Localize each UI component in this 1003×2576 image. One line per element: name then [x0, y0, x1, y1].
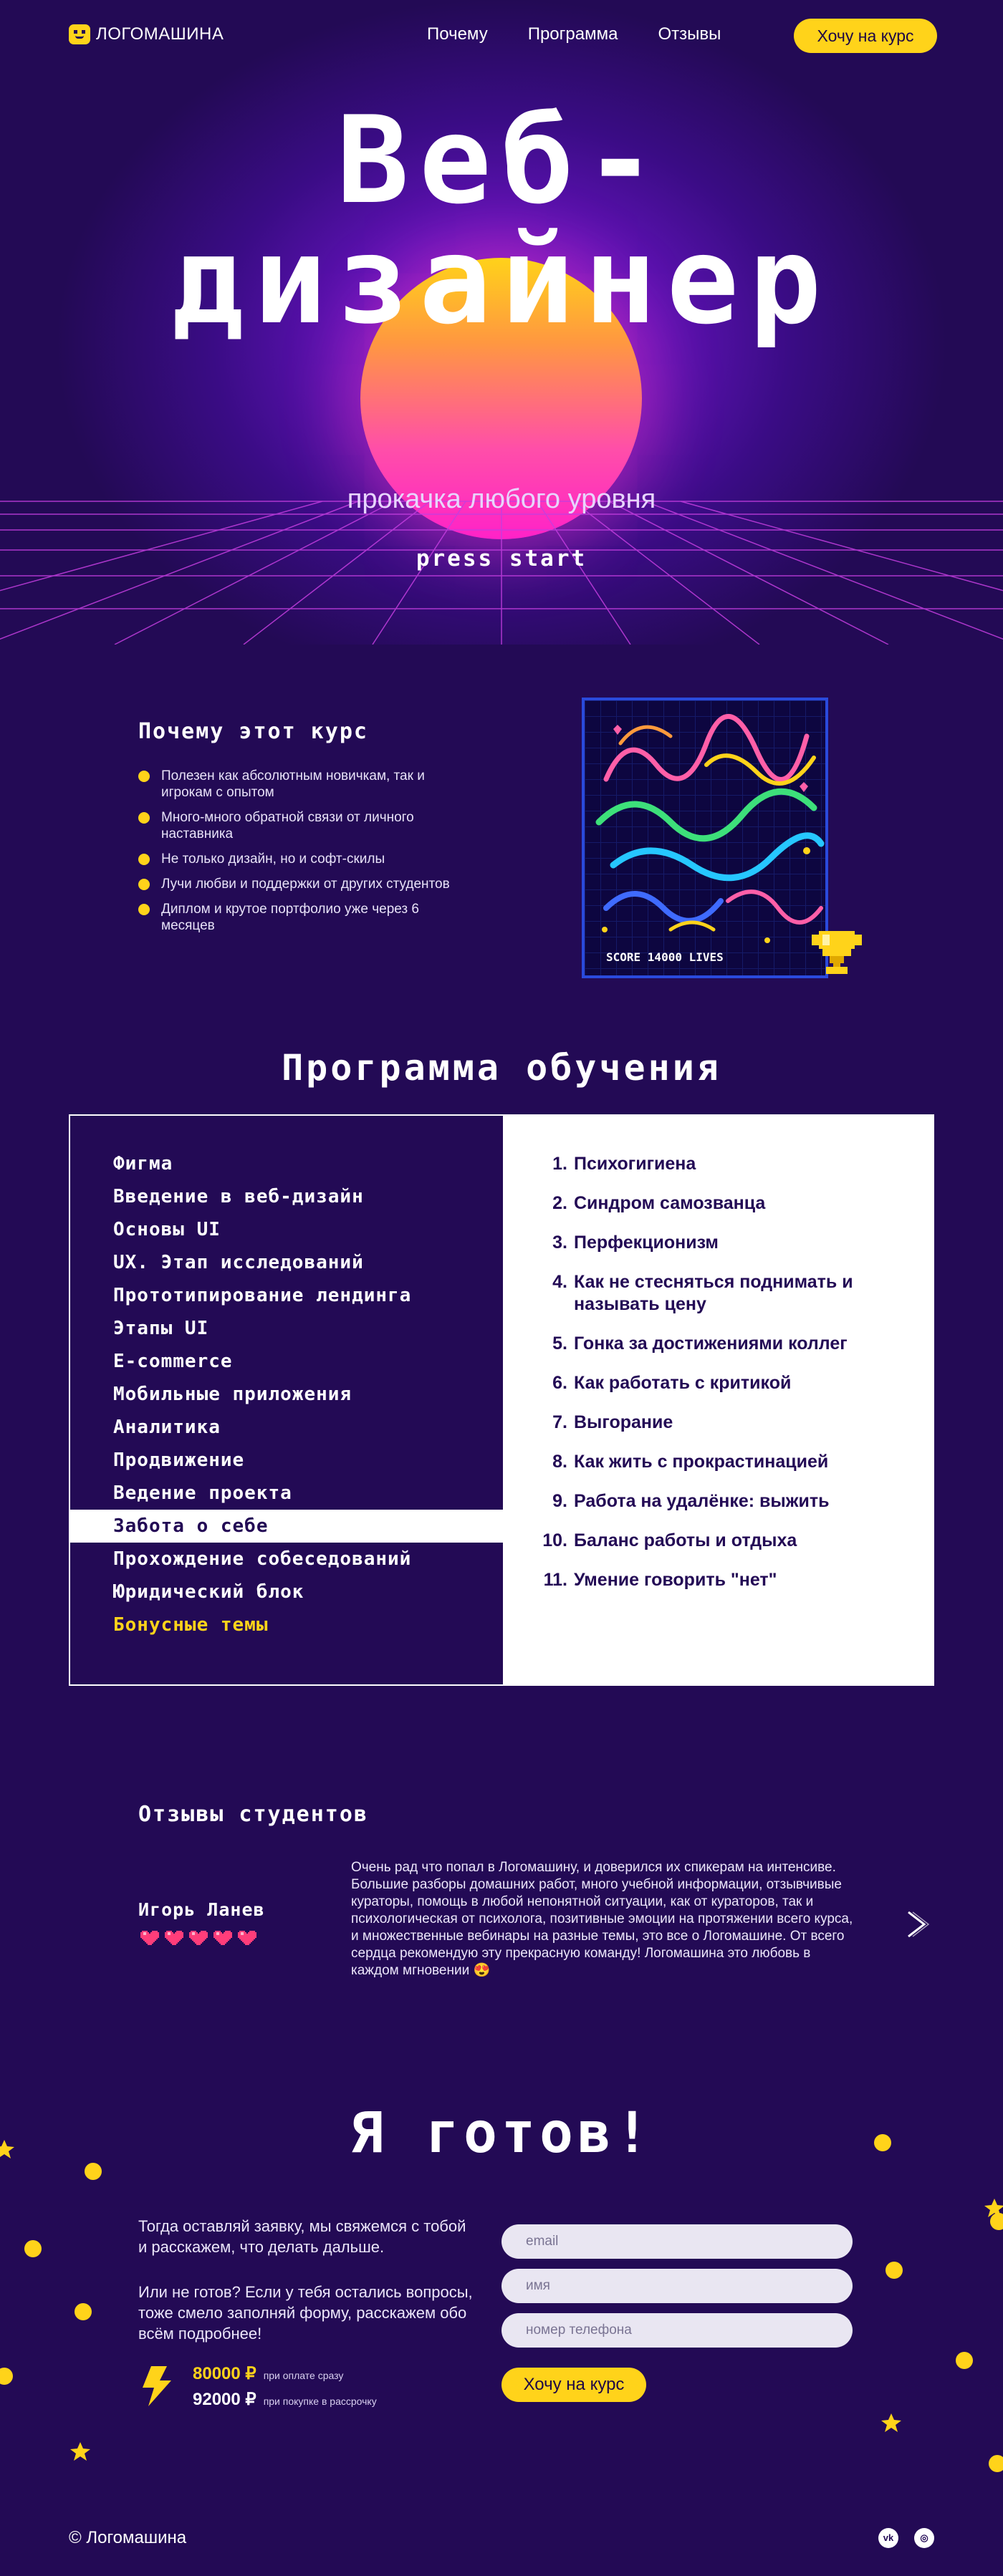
module-item[interactable]: Введение в веб-дизайн	[70, 1180, 503, 1213]
why-item: Много-много обратной связи от личного на…	[138, 809, 475, 842]
module-item[interactable]: Аналитика	[70, 1411, 503, 1444]
header-signup-button[interactable]: Хочу на курс	[794, 19, 937, 53]
program-box: Фигма Введение в веб-дизайн Основы UI UX…	[69, 1114, 934, 1686]
module-item-bonus[interactable]: Бонусные темы	[70, 1608, 503, 1641]
poster-score: SCORE 14000 LIVES	[606, 950, 724, 964]
module-item[interactable]: Юридический блок	[70, 1576, 503, 1608]
heart-icon	[189, 1931, 208, 1945]
why-item: Лучи любви и поддержки от других студент…	[138, 876, 475, 892]
vk-icon[interactable]: vk	[878, 2528, 898, 2548]
rating-hearts	[140, 1929, 256, 1947]
why-title: Почему этот курс	[138, 719, 368, 744]
topic-item: 10. Баланс работы и отдыха	[542, 1530, 797, 1550]
heart-icon	[165, 1931, 183, 1945]
press-start-link[interactable]: press start	[0, 546, 1003, 571]
topics-list: 1. Психогигиена 2. Синдром самозванца 3. Пе…	[503, 1116, 934, 1591]
topic-item: 7. Выгорание	[552, 1412, 673, 1432]
module-item[interactable]: Основы UI	[70, 1213, 503, 1246]
topic-item: 8. Как жить с прокрастинацией	[552, 1452, 829, 1472]
module-item[interactable]: Прохождение собеседований	[70, 1543, 503, 1576]
topics-panel: 1. Психогигиена 2. Синдром самозванца 3. Пе…	[503, 1116, 934, 1684]
next-review-arrow-icon[interactable]	[904, 1909, 930, 1939]
coins-and-stars-decoration	[0, 2134, 1003, 2472]
main-nav: Почему Программа Отзывы	[427, 24, 721, 44]
topic-item: 6. Как работать с критикой	[552, 1373, 792, 1393]
topic-item: 1. Психогигиена	[552, 1154, 696, 1174]
module-item[interactable]: E-commerce	[70, 1345, 503, 1378]
reviewer-name: Игорь Ланев	[138, 1899, 265, 1920]
module-item[interactable]: Фигма	[70, 1147, 503, 1180]
instagram-icon[interactable]: ◎	[914, 2528, 934, 2548]
copyright: © Логомашина	[69, 2528, 187, 2547]
hero-section: Веб- дизайнер прокачка любого уровня pre…	[0, 0, 1003, 645]
module-item[interactable]: Мобильные приложения	[70, 1378, 503, 1411]
nav-link-reviews[interactable]: Отзывы	[658, 24, 721, 44]
trophy-icon	[812, 931, 862, 974]
hero-subtitle: прокачка любого уровня	[347, 484, 656, 514]
heart-icon	[213, 1931, 232, 1945]
hero-title-line2: дизайнер	[171, 211, 832, 351]
logo-face-icon	[69, 24, 90, 44]
heart-icon	[140, 1931, 159, 1945]
reviews-title: Отзывы студентов	[138, 1802, 368, 1827]
why-list: Полезен как абсолютным новичкам, так и и…	[138, 768, 475, 942]
site-header: ЛОГОМАШИНА Почему Программа Отзывы Хочу …	[0, 0, 1003, 72]
why-item: Не только дизайн, но и софт-скилы	[138, 851, 475, 867]
topic-item: 2. Синдром самозванца	[552, 1193, 766, 1213]
program-title: Программа обучения	[282, 1047, 721, 1089]
why-item: Диплом и крутое портфолио уже через 6 ме…	[138, 901, 475, 934]
module-item[interactable]: Ведение проекта	[70, 1477, 503, 1510]
hero-title: Веб- дизайнер	[0, 100, 1003, 341]
topic-item: 3. Перфекционизм	[552, 1232, 719, 1253]
module-item[interactable]: UX. Этап исследований	[70, 1246, 503, 1279]
logo[interactable]: ЛОГОМАШИНА	[69, 24, 224, 44]
modules-panel: Фигма Введение в веб-дизайн Основы UI UX…	[70, 1116, 503, 1684]
heart-icon	[238, 1931, 256, 1945]
module-item[interactable]: Этапы UI	[70, 1312, 503, 1345]
hero-title-line1: Веб-	[336, 90, 667, 231]
module-item-active[interactable]: Забота о себе	[70, 1510, 503, 1543]
topic-item: 5. Гонка за достижениями коллег	[552, 1333, 848, 1354]
nav-link-program[interactable]: Программа	[528, 24, 618, 44]
topic-item: 9. Работа на удалёнке: выжить	[552, 1491, 830, 1511]
lettering-artwork	[595, 713, 825, 943]
review-text: Очень рад что попал в Логомашину, и дове…	[351, 1860, 853, 1978]
topic-item: 11. Умение говорить "нет"	[543, 1570, 777, 1590]
modules-list: Фигма Введение в веб-дизайн Основы UI UX…	[70, 1116, 503, 1641]
why-item: Полезен как абсолютным новичкам, так и и…	[138, 768, 475, 801]
logo-text: ЛОГОМАШИНА	[96, 24, 224, 44]
module-item[interactable]: Прототипирование лендинга	[70, 1279, 503, 1312]
nav-link-why[interactable]: Почему	[427, 24, 488, 44]
module-item[interactable]: Продвижение	[70, 1444, 503, 1477]
lettering-poster-image: SCORE 14000 LIVES	[582, 698, 828, 978]
topic-item: 4. Как не стесняться поднимать и называть…	[552, 1272, 853, 1314]
